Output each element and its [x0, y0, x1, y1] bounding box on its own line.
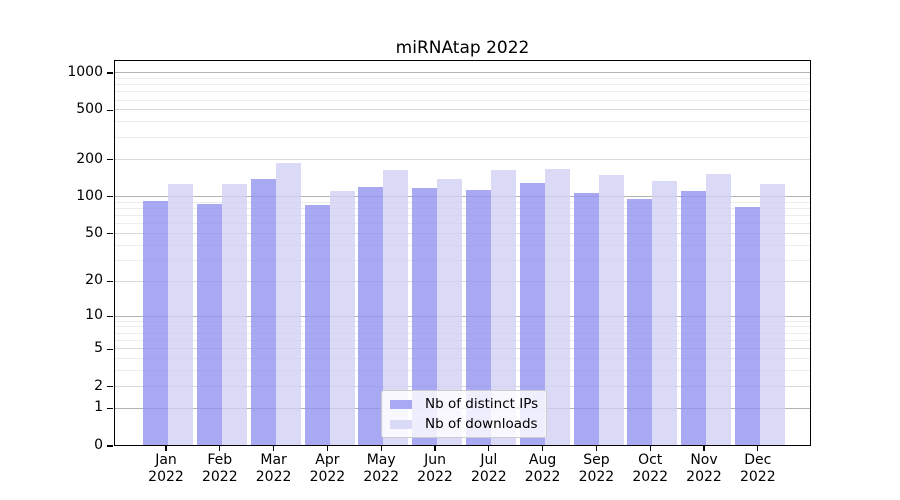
- y-tick-10: [107, 316, 113, 317]
- bar-distinct-ips-may: [358, 187, 383, 445]
- x-tick-oct: [650, 446, 651, 451]
- gridline-200: [115, 159, 810, 160]
- x-tick-apr: [327, 446, 328, 451]
- y-tick-1000: [107, 72, 113, 73]
- y-tick-label-50: 50: [0, 226, 103, 241]
- gridline-400: [115, 121, 810, 122]
- legend-item-distinct-ips: Nb of distinct IPs: [390, 394, 538, 414]
- x-tick-mar: [273, 446, 274, 451]
- bar-downloads-feb: [222, 184, 247, 446]
- legend-swatch-downloads: [390, 420, 412, 429]
- y-tick-50: [107, 233, 113, 234]
- y-tick-20: [107, 281, 113, 282]
- y-tick-0: [107, 445, 113, 446]
- y-tick-100: [107, 196, 113, 197]
- legend: Nb of distinct IPs Nb of downloads: [381, 390, 547, 438]
- bar-distinct-ips-nov: [681, 191, 706, 445]
- x-tick-aug: [542, 446, 543, 451]
- y-tick-1: [107, 408, 113, 409]
- bar-downloads-aug: [545, 169, 570, 445]
- chart-title: miRNAtap 2022: [114, 37, 811, 59]
- bar-distinct-ips-dec: [735, 207, 760, 446]
- gridline-900: [115, 78, 810, 79]
- gridline-500: [115, 109, 810, 110]
- gridline-700: [115, 91, 810, 92]
- bar-downloads-dec: [760, 184, 785, 445]
- y-tick-label-1000: 1000: [0, 65, 103, 80]
- y-tick-label-100: 100: [0, 189, 103, 204]
- bar-distinct-ips-apr: [305, 205, 330, 446]
- x-tick-feb: [219, 446, 220, 451]
- legend-swatch-distinct-ips: [390, 400, 412, 409]
- gridline-600: [115, 100, 810, 101]
- y-tick-label-2: 2: [0, 379, 103, 394]
- gridline-1000: [115, 72, 810, 73]
- y-tick-label-20: 20: [0, 273, 103, 288]
- bar-downloads-nov: [706, 174, 731, 445]
- legend-label-distinct-ips: Nb of distinct IPs: [425, 394, 538, 414]
- x-tick-sep: [596, 446, 597, 451]
- figure: miRNAtap 2022 Nb of distinct IPs Nb of d…: [0, 0, 900, 500]
- bar-distinct-ips-feb: [197, 204, 222, 445]
- bar-distinct-ips-jan: [143, 201, 168, 445]
- bar-downloads-jan: [168, 184, 193, 446]
- x-tick-jun: [434, 446, 435, 451]
- plot-area: Nb of distinct IPs Nb of downloads: [114, 60, 811, 446]
- y-tick-200: [107, 159, 113, 160]
- bar-downloads-oct: [652, 181, 677, 445]
- y-tick-label-200: 200: [0, 152, 103, 167]
- legend-label-downloads: Nb of downloads: [425, 414, 538, 434]
- y-tick-2: [107, 386, 113, 387]
- gridline-800: [115, 84, 810, 85]
- bar-distinct-ips-sep: [574, 193, 599, 445]
- bar-distinct-ips-mar: [251, 179, 276, 445]
- y-tick-label-1: 1: [0, 400, 103, 415]
- y-tick-label-0: 0: [0, 438, 103, 453]
- y-tick-label-5: 5: [0, 341, 103, 356]
- y-tick-label-10: 10: [0, 308, 103, 323]
- bar-downloads-apr: [330, 191, 355, 445]
- x-tick-label-dec: Dec 2022: [726, 452, 790, 486]
- y-tick-5: [107, 349, 113, 350]
- y-tick-label-500: 500: [0, 102, 103, 117]
- x-tick-jul: [488, 446, 489, 451]
- x-tick-nov: [703, 446, 704, 451]
- legend-item-downloads: Nb of downloads: [390, 414, 538, 434]
- gridline-300: [115, 137, 810, 138]
- bar-downloads-sep: [599, 175, 624, 445]
- x-tick-may: [381, 446, 382, 451]
- x-tick-jan: [165, 446, 166, 451]
- bar-distinct-ips-oct: [627, 199, 652, 445]
- y-tick-500: [107, 110, 113, 111]
- bar-downloads-mar: [276, 163, 301, 445]
- x-tick-dec: [757, 446, 758, 451]
